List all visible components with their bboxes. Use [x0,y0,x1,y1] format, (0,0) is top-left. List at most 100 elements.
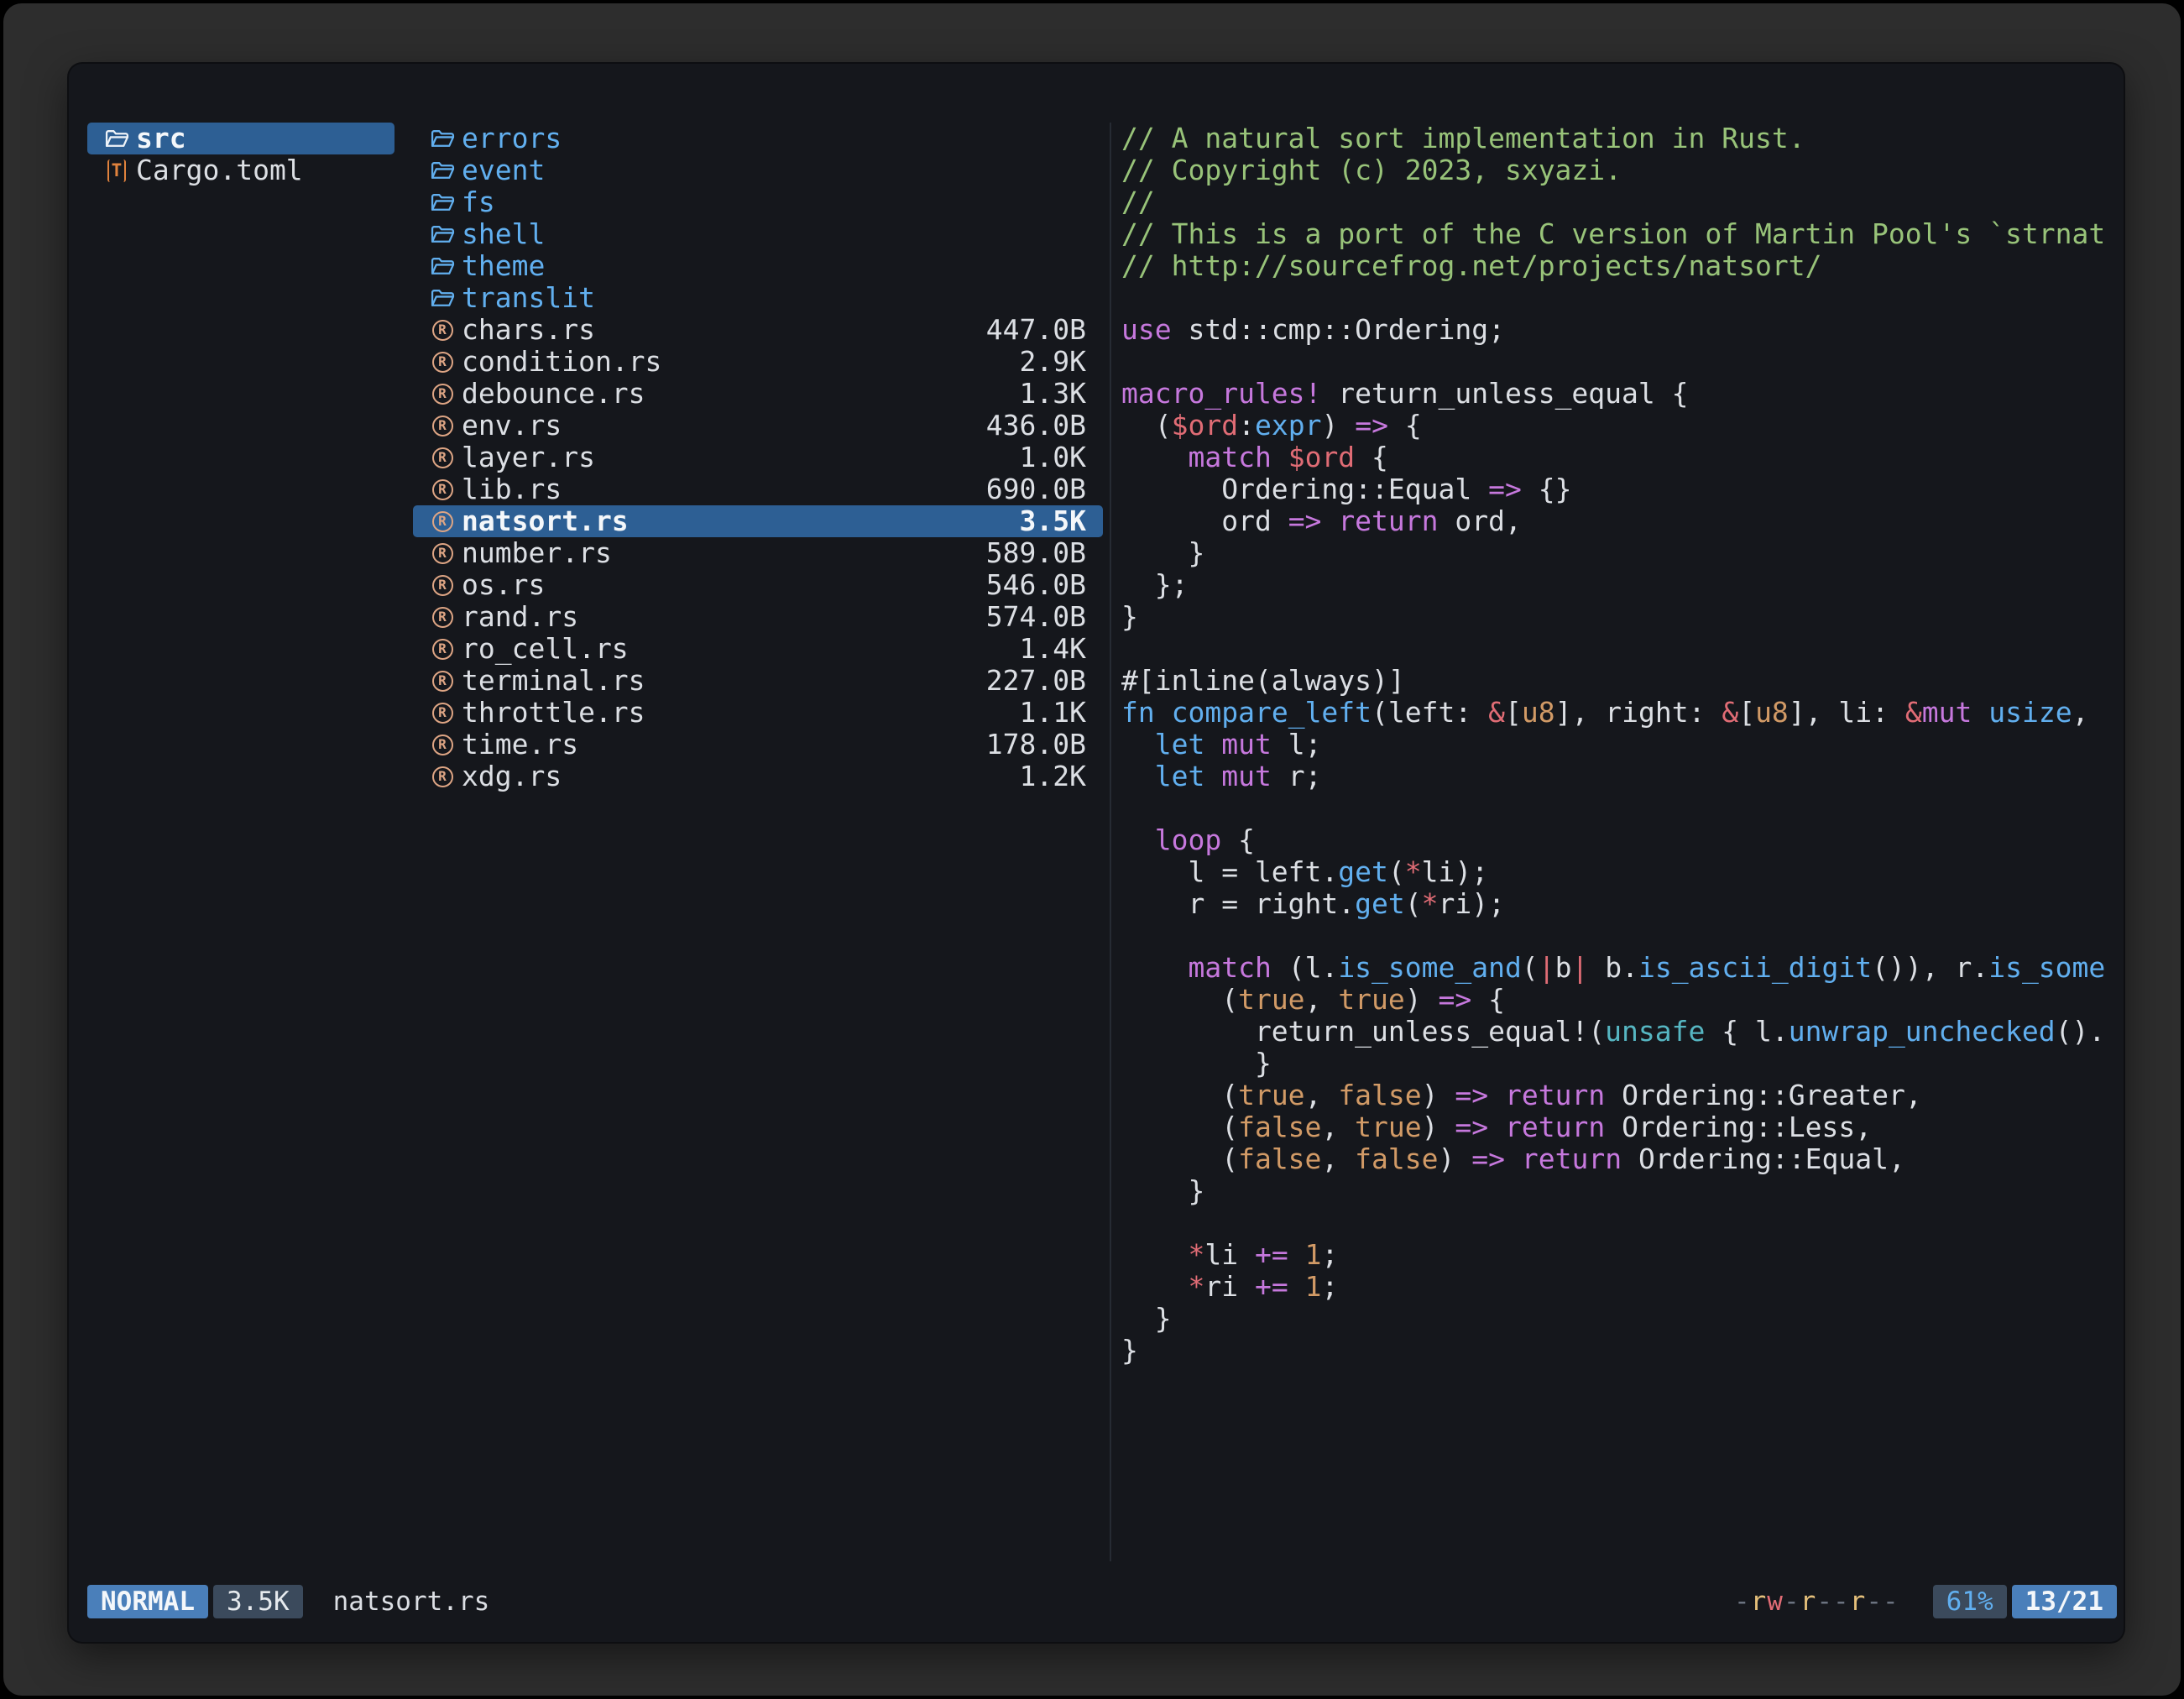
entry-size: 227.0B [986,665,1086,697]
rust-icon: R [430,479,455,500]
folder-icon [430,288,455,309]
folder-icon [430,224,455,245]
file-row-ro_cell.rs[interactable]: Rro_cell.rs1.4K [413,633,1103,665]
file-row-os.rs[interactable]: Ros.rs546.0B [413,569,1103,601]
file-row-lib.rs[interactable]: Rlib.rs690.0B [413,473,1103,505]
entry-name: env.rs [462,410,986,442]
code-line: return_unless_equal!(unsafe { l.unwrap_u… [1121,1016,2117,1048]
entry-name: ro_cell.rs [462,633,1020,665]
file-row-throttle.rs[interactable]: Rthrottle.rs1.1K [413,697,1103,729]
entry-size: 1.0K [1020,442,1086,473]
folder-icon [430,256,455,277]
entry-name: event [462,154,1086,186]
code-line: ($ord:expr) => { [1121,410,2117,442]
rust-icon: R [430,416,455,437]
dir-row-errors[interactable]: errors [413,123,1103,154]
file-row-terminal.rs[interactable]: Rterminal.rs227.0B [413,665,1103,697]
entry-size: 1.1K [1020,697,1086,729]
entry-size: 589.0B [986,537,1086,569]
rust-icon: R [430,543,455,564]
file-row-layer.rs[interactable]: Rlayer.rs1.0K [413,442,1103,473]
file-row-condition.rs[interactable]: Rcondition.rs2.9K [413,346,1103,378]
code-line: } [1121,1048,2117,1080]
code-line: loop { [1121,824,2117,856]
status-bar: NORMAL 3.5K natsort.rs -rw-r--r-- 61% 13… [87,1585,2117,1618]
folder-icon [104,128,129,149]
code-line: }; [1121,569,2117,601]
file-row-rand.rs[interactable]: Rrand.rs574.0B [413,601,1103,633]
file-row-number.rs[interactable]: Rnumber.rs589.0B [413,537,1103,569]
entry-name: throttle.rs [462,697,1020,729]
current-directory-pane: errorseventfsshellthemetranslitRchars.rs… [413,123,1103,1561]
entry-name: natsort.rs [462,505,1020,537]
code-line: // A natural sort implementation in Rust… [1121,123,2117,154]
rust-icon: R [430,352,455,373]
entry-name: xdg.rs [462,761,1020,792]
rust-icon: R [430,575,455,596]
code-line: } [1121,1303,2117,1335]
code-line: r = right.get(*ri); [1121,888,2117,920]
dir-row-translit[interactable]: translit [413,282,1103,314]
entry-name: lib.rs [462,473,986,505]
dir-row-src[interactable]: src [87,123,394,154]
file-row-env.rs[interactable]: Renv.rs436.0B [413,410,1103,442]
scroll-percent-badge: 61% [1933,1585,2007,1618]
code-line: Ordering::Equal => {} [1121,473,2117,505]
code-line: fn compare_left(left: &[u8], right: &[u8… [1121,697,2117,729]
rust-icon: R [430,607,455,628]
file-preview-pane: // A natural sort implementation in Rust… [1121,123,2117,1561]
entry-name: time.rs [462,729,986,761]
code-line: *li += 1; [1121,1239,2117,1271]
folder-icon [430,128,455,149]
rust-icon: R [430,734,455,755]
file-row-time.rs[interactable]: Rtime.rs178.0B [413,729,1103,761]
code-line: } [1121,1335,2117,1367]
file-permissions: -rw-r--r-- [1734,1587,1899,1617]
parent-directory-pane: srcTCargo.toml [87,123,394,1561]
entry-name: errors [462,123,1086,154]
file-row-natsort.rs[interactable]: Rnatsort.rs3.5K [413,505,1103,537]
code-line [1121,920,2117,952]
entry-name: os.rs [462,569,986,601]
code-line [1121,346,2117,378]
code-line: macro_rules! return_unless_equal { [1121,378,2117,410]
code-line [1121,1207,2117,1239]
code-line [1121,633,2117,665]
status-filename: natsort.rs [333,1587,490,1617]
entry-size: 178.0B [986,729,1086,761]
entry-name: fs [462,186,1086,218]
rust-icon: R [430,703,455,724]
dir-row-theme[interactable]: theme [413,250,1103,282]
entry-name: src [136,123,378,154]
dir-row-shell[interactable]: shell [413,218,1103,250]
file-row-xdg.rs[interactable]: Rxdg.rs1.2K [413,761,1103,792]
code-line: // Copyright (c) 2023, sxyazi. [1121,154,2117,186]
desktop-frame: srcTCargo.toml errorseventfsshellthemetr… [3,3,2181,1696]
code-line: } [1121,1175,2117,1207]
entry-size: 574.0B [986,601,1086,633]
entry-name: shell [462,218,1086,250]
entry-name: terminal.rs [462,665,986,697]
rust-icon: R [430,511,455,532]
dir-row-event[interactable]: event [413,154,1103,186]
code-line: } [1121,601,2117,633]
file-row-chars.rs[interactable]: Rchars.rs447.0B [413,314,1103,346]
entry-name: rand.rs [462,601,986,633]
file-row-debounce.rs[interactable]: Rdebounce.rs1.3K [413,378,1103,410]
entry-size: 2.9K [1020,346,1086,378]
dir-row-fs[interactable]: fs [413,186,1103,218]
mode-badge: NORMAL [87,1585,208,1618]
file-row-Cargo.toml[interactable]: TCargo.toml [87,154,394,186]
code-line: // This is a port of the C version of Ma… [1121,218,2117,250]
entry-name: layer.rs [462,442,1020,473]
entry-name: condition.rs [462,346,1020,378]
code-line: (false, false) => return Ordering::Equal… [1121,1143,2117,1175]
code-line: } [1121,537,2117,569]
folder-icon [430,160,455,181]
rust-icon: R [430,384,455,405]
entry-size: 1.3K [1020,378,1086,410]
pane-divider [1110,123,1111,1561]
cursor-position-badge: 13/21 [2012,1585,2117,1618]
entry-name: chars.rs [462,314,986,346]
code-line: let mut l; [1121,729,2117,761]
